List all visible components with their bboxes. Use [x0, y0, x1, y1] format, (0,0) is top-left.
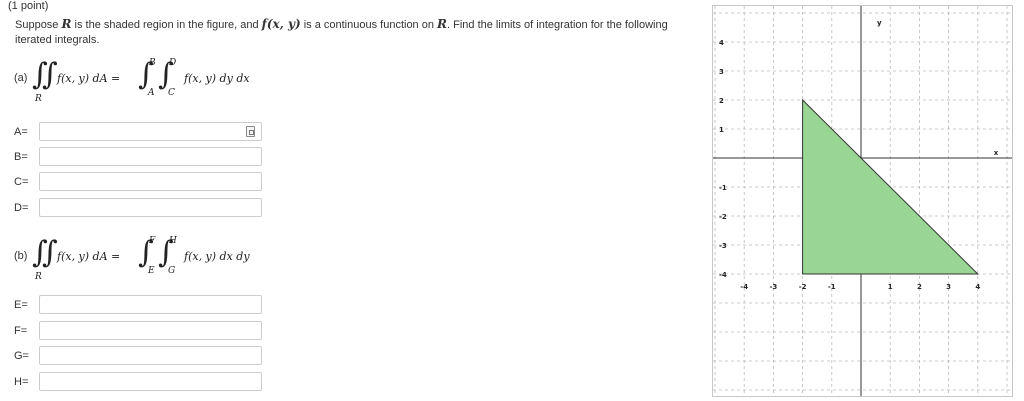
statement-text-3: is a continuous function on	[300, 19, 438, 31]
statement-function-symbol: f(x, y)	[261, 17, 301, 31]
field-label-f: F=	[14, 325, 28, 337]
field-label-c: C=	[14, 176, 29, 188]
y-tick-label: -4	[719, 271, 727, 279]
statement-region-symbol-2: R	[437, 17, 448, 31]
answer-input-c[interactable]	[39, 172, 262, 191]
x-tick-label: 2	[917, 283, 922, 291]
part-a-label: (a)	[14, 72, 28, 84]
lhs-expression: f(x, y) dA =	[57, 250, 121, 263]
field-label-b: B=	[14, 151, 28, 163]
field-label-g: G=	[14, 350, 29, 362]
lhs-expression: f(x, y) dA =	[57, 72, 121, 85]
x-tick-label: -1	[828, 283, 836, 291]
y-tick-label: 4	[719, 39, 724, 47]
region-graph: -4 -3 -2 -1 1 2 3 4 4 3 2 1 -1 -2 -3 -4 x y	[712, 5, 1013, 397]
double-integral-sign: ∬	[32, 235, 58, 270]
statement-region-symbol: R	[61, 17, 72, 31]
y-tick-label: 2	[719, 97, 724, 105]
answer-input-f[interactable]	[39, 321, 262, 340]
outer-upper-limit: F	[149, 236, 156, 246]
y-tick-label: -3	[719, 242, 727, 250]
answer-input-d[interactable]	[39, 198, 262, 217]
part-b-formula: ∬ R f(x, y) dA = ∫ F E ∫ H G f(x, y) dx …	[32, 235, 292, 282]
y-axis-label: y	[877, 19, 882, 27]
double-integral-sign: ∬	[32, 57, 58, 92]
y-tick-label: -1	[719, 184, 727, 192]
x-tick-label: -3	[770, 283, 778, 291]
integrand: f(x, y) dy dx	[184, 72, 250, 85]
field-label-d: D=	[14, 202, 29, 214]
field-label-h: H=	[14, 376, 29, 388]
outer-upper-limit: B	[149, 58, 156, 68]
y-tick-label: 1	[719, 126, 724, 134]
inner-upper-limit: H	[169, 236, 177, 246]
integrand: f(x, y) dx dy	[184, 250, 250, 263]
field-label-a: A=	[14, 126, 28, 138]
inner-lower-limit: G	[168, 266, 176, 276]
x-tick-label: 3	[946, 283, 951, 291]
x-tick-label: -4	[740, 283, 748, 291]
part-b-label: (b)	[14, 250, 28, 262]
answer-input-b[interactable]	[39, 147, 262, 166]
y-tick-label: 3	[719, 68, 724, 76]
answer-input-e[interactable]	[39, 295, 262, 314]
answer-input-a[interactable]	[39, 122, 262, 141]
statement-text-1: Suppose	[15, 19, 62, 31]
answer-input-h[interactable]	[39, 372, 262, 391]
x-tick-label: 1	[888, 283, 893, 291]
region-subscript: R	[35, 94, 42, 104]
outer-lower-limit: A	[148, 88, 155, 98]
part-a-formula: ∬ R f(x, y) dA = ∫ B A ∫ D C f(x, y) dy …	[32, 57, 292, 104]
graph-svg: -4 -3 -2 -1 1 2 3 4 4 3 2 1 -1 -2 -3 -4 x y	[713, 6, 1012, 396]
y-tick-label: -2	[719, 213, 727, 221]
statement-text-2: is the shaded region in the figure, and	[71, 19, 262, 31]
region-subscript: R	[35, 272, 42, 282]
x-tick-label: -2	[799, 283, 807, 291]
points-label: (1 point)	[8, 0, 49, 12]
answer-input-g[interactable]	[39, 346, 262, 365]
x-axis-label: x	[994, 149, 999, 157]
problem-statement: Suppose R is the shaded region in the fi…	[15, 17, 695, 48]
equation-editor-icon[interactable]	[246, 126, 255, 137]
field-label-e: E=	[14, 299, 28, 311]
inner-upper-limit: D	[169, 58, 177, 68]
outer-lower-limit: E	[148, 266, 155, 276]
inner-lower-limit: C	[168, 88, 175, 98]
x-tick-label: 4	[975, 283, 980, 291]
